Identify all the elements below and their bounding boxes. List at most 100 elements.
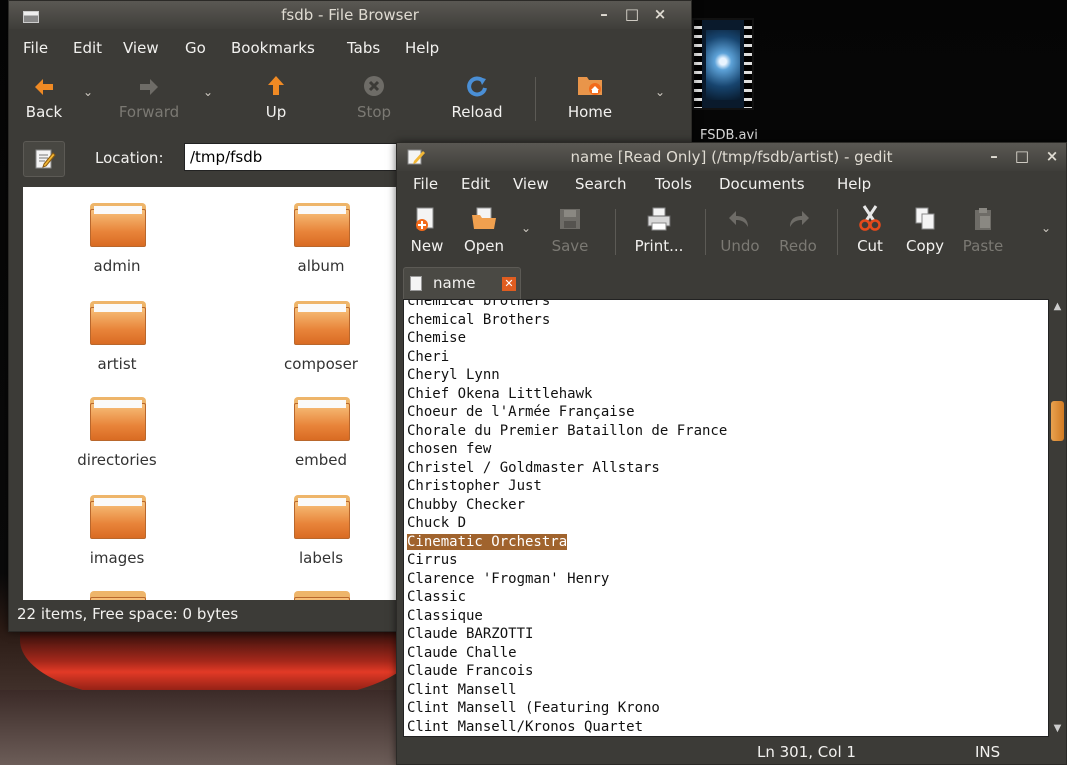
text-line[interactable]: Clarence 'Frogman' Henry xyxy=(407,571,609,587)
video-file-icon[interactable] xyxy=(692,18,754,110)
folder-name: embed xyxy=(294,451,348,469)
menu-help[interactable]: Help xyxy=(405,39,439,57)
folder-item-partial[interactable] xyxy=(57,581,177,600)
save-button[interactable]: Save xyxy=(547,205,593,259)
text-line[interactable]: Christel / Goldmaster Allstars xyxy=(407,460,660,476)
folder-item[interactable]: directories xyxy=(57,387,177,479)
text-line[interactable]: Chubby Checker xyxy=(407,497,525,513)
new-document-icon xyxy=(416,207,434,231)
scroll-up-icon[interactable]: ▲ xyxy=(1049,299,1066,315)
stop-button[interactable]: Stop xyxy=(349,73,399,127)
menu-edit[interactable]: Edit xyxy=(461,175,490,193)
document-icon xyxy=(410,276,422,291)
copy-button[interactable]: Copy xyxy=(899,205,951,259)
maximize-button[interactable]: □ xyxy=(1011,146,1033,166)
text-line[interactable]: Chuck D xyxy=(407,515,466,531)
open-button[interactable]: Open xyxy=(455,205,513,259)
text-editor-area[interactable]: chemical brothers chemical Brothers Chemis… xyxy=(403,299,1049,737)
folder-item[interactable]: album xyxy=(261,193,381,285)
toolbar-overflow-chevron-icon[interactable]: ⌄ xyxy=(655,85,665,99)
recent-files-chevron-icon[interactable]: ⌄ xyxy=(521,221,531,235)
tab-close-icon[interactable]: ✕ xyxy=(502,277,516,291)
text-line[interactable]: Clint Mansell (Featuring Krono xyxy=(407,700,660,716)
text-line[interactable]: Claude Challe xyxy=(407,645,517,661)
scroll-down-icon[interactable]: ▼ xyxy=(1049,721,1066,737)
text-line[interactable]: Cheri xyxy=(407,349,449,365)
forward-arrow-icon xyxy=(140,79,158,95)
stop-icon xyxy=(364,76,384,96)
new-label: New xyxy=(410,237,444,255)
folder-name: composer xyxy=(284,355,358,373)
back-button[interactable]: Back xyxy=(17,73,71,127)
reload-button[interactable]: Reload xyxy=(439,73,515,127)
folder-item[interactable]: labels xyxy=(261,485,381,577)
folder-item[interactable]: images xyxy=(57,485,177,577)
folder-item[interactable]: composer xyxy=(261,291,381,383)
text-line[interactable]: Claude Francois xyxy=(407,663,533,679)
home-button[interactable]: Home xyxy=(559,73,621,127)
gedit-titlebar[interactable]: name [Read Only] (/tmp/fsdb/artist) - ge… xyxy=(397,143,1066,171)
minimize-button[interactable]: – xyxy=(593,4,615,24)
maximize-button[interactable]: □ xyxy=(621,4,643,24)
printer-icon xyxy=(647,207,671,231)
menu-file[interactable]: File xyxy=(413,175,438,193)
text-line[interactable]: Chief Okena Littlehawk xyxy=(407,386,592,402)
vertical-scrollbar[interactable]: ▲ ▼ xyxy=(1049,299,1066,737)
forward-history-chevron-icon[interactable]: ⌄ xyxy=(203,85,213,99)
text-line[interactable]: chemical Brothers xyxy=(407,312,550,328)
folder-item-partial[interactable] xyxy=(261,581,381,600)
text-line[interactable]: Cheryl Lynn xyxy=(407,367,500,383)
text-line[interactable]: Cirrus xyxy=(407,552,458,568)
location-input[interactable] xyxy=(184,143,404,171)
folder-item[interactable]: embed xyxy=(261,387,381,479)
selected-text-line[interactable]: Cinematic Orchestra xyxy=(407,533,568,550)
document-tab[interactable]: name ✕ xyxy=(403,267,521,299)
text-line[interactable]: Classique xyxy=(407,608,483,624)
file-browser-toolbar: Back ⌄ Forward ⌄ Up Stop Reload Home ⌄ xyxy=(9,67,691,133)
menu-help[interactable]: Help xyxy=(837,175,871,193)
text-line[interactable]: Clint Mansell xyxy=(407,682,517,698)
paste-button[interactable]: Paste xyxy=(957,205,1009,259)
folder-item[interactable]: artist xyxy=(57,291,177,383)
file-browser-titlebar[interactable]: fsdb - File Browser – □ × xyxy=(9,1,691,29)
menu-file[interactable]: File xyxy=(23,39,48,57)
undo-button[interactable]: Undo xyxy=(717,205,763,259)
menu-tools[interactable]: Tools xyxy=(655,175,692,193)
text-line[interactable]: Claude BARZOTTI xyxy=(407,626,533,642)
close-button[interactable]: × xyxy=(649,4,671,24)
menu-search[interactable]: Search xyxy=(575,175,627,193)
toolbar-overflow-chevron-icon[interactable]: ⌄ xyxy=(1041,221,1051,235)
text-line[interactable]: chosen few xyxy=(407,441,491,457)
cut-button[interactable]: Cut xyxy=(849,205,891,259)
folder-icon xyxy=(294,591,350,600)
back-history-chevron-icon[interactable]: ⌄ xyxy=(83,85,93,99)
text-line[interactable]: Choeur de l'Armée Française xyxy=(407,404,635,420)
menu-bookmarks[interactable]: Bookmarks xyxy=(231,39,315,57)
folder-item[interactable]: admin xyxy=(57,193,177,285)
location-edit-toggle[interactable] xyxy=(23,141,65,177)
text-line[interactable]: Chorale du Premier Bataillon de France xyxy=(407,423,727,439)
paste-label: Paste xyxy=(962,237,1004,255)
menu-tabs[interactable]: Tabs xyxy=(347,39,380,57)
file-icon-view[interactable]: admin album artist composer directories … xyxy=(23,187,403,600)
text-line[interactable]: Christopher Just xyxy=(407,478,542,494)
text-line[interactable]: Chemise xyxy=(407,330,466,346)
close-button[interactable]: × xyxy=(1041,146,1063,166)
menu-documents[interactable]: Documents xyxy=(719,175,805,193)
menu-view[interactable]: View xyxy=(513,175,549,193)
up-button[interactable]: Up xyxy=(251,73,301,127)
text-line[interactable]: chemical brothers xyxy=(407,300,550,309)
redo-button[interactable]: Redo xyxy=(775,205,821,259)
desktop-icon-label[interactable]: FSDB.avi xyxy=(700,128,758,143)
menu-go[interactable]: Go xyxy=(185,39,206,57)
scrollbar-thumb[interactable] xyxy=(1051,401,1064,441)
redo-label: Redo xyxy=(779,237,817,255)
minimize-button[interactable]: – xyxy=(983,146,1005,166)
menu-edit[interactable]: Edit xyxy=(73,39,102,57)
menu-view[interactable]: View xyxy=(123,39,159,57)
new-button[interactable]: New xyxy=(407,205,447,259)
print-button[interactable]: Print... xyxy=(629,205,689,259)
text-line[interactable]: Clint Mansell/Kronos Quartet xyxy=(407,719,643,735)
forward-button[interactable]: Forward xyxy=(109,73,189,127)
text-line[interactable]: Classic xyxy=(407,589,466,605)
